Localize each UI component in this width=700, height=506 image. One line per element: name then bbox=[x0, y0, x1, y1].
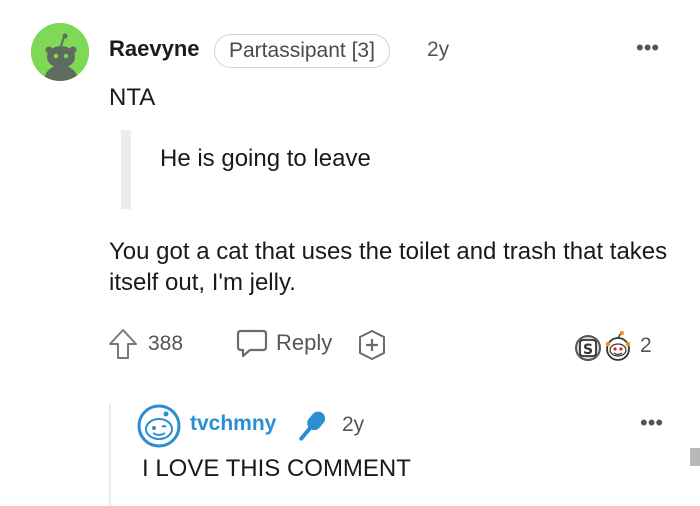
reply-username[interactable]: tvchmny bbox=[190, 412, 276, 436]
snoo-avatar-icon bbox=[31, 23, 89, 81]
reply-label: Reply bbox=[276, 330, 333, 355]
comment-username[interactable]: Raevyne bbox=[109, 36, 200, 62]
award-count: 2 bbox=[640, 334, 652, 357]
comment-body: You got a cat that uses the toilet and t… bbox=[109, 238, 668, 296]
more-options-icon[interactable]: ••• bbox=[640, 410, 663, 436]
awards-icon[interactable]: S bbox=[574, 330, 638, 364]
comment-verdict: NTA bbox=[109, 84, 156, 111]
upvote-arrow-icon[interactable] bbox=[108, 328, 138, 360]
reply-button[interactable]: Reply bbox=[232, 324, 340, 364]
more-options-icon[interactable]: ••• bbox=[636, 35, 659, 61]
svg-text:S: S bbox=[583, 342, 593, 358]
thread-line[interactable] bbox=[109, 404, 111, 506]
vote-score: 388 bbox=[148, 332, 184, 355]
reply-user-avatar[interactable] bbox=[137, 404, 181, 448]
user-flair-badge: Partassipant [3] bbox=[214, 34, 390, 68]
reply-body: I LOVE THIS COMMENT bbox=[142, 455, 411, 482]
reply-bubble-icon bbox=[236, 329, 268, 358]
comment-timestamp: 2y bbox=[427, 38, 450, 61]
quote-bar bbox=[121, 130, 131, 209]
reply-timestamp: 2y bbox=[342, 413, 365, 436]
microphone-icon bbox=[299, 411, 326, 441]
quoted-text: He is going to leave bbox=[160, 145, 371, 172]
scrollbar-thumb[interactable] bbox=[690, 448, 700, 466]
add-award-icon[interactable] bbox=[356, 329, 388, 361]
user-avatar[interactable] bbox=[31, 23, 89, 81]
